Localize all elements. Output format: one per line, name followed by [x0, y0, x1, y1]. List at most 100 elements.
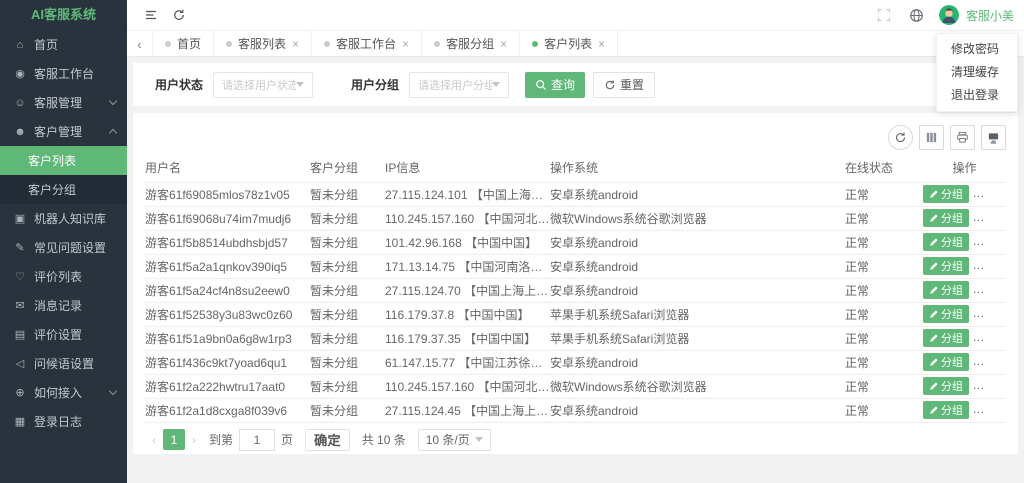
user-group-select[interactable]: 请选择用户分组: [409, 71, 510, 98]
chevron-down-icon: [474, 437, 483, 442]
cell-username: 游客61f5b8514ubdhsbjd57: [145, 230, 310, 255]
tab-close-icon[interactable]: ×: [598, 38, 605, 50]
table-row: 游客61f51a9bn0a6g8w1rp3 暂未分组 116.179.37.35…: [145, 326, 1006, 351]
print-icon[interactable]: [950, 124, 975, 150]
blacklist-button[interactable]: 拉黑: [978, 305, 1006, 323]
blacklist-button[interactable]: 拉黑: [978, 353, 1006, 371]
cell-group: 暂未分组: [310, 350, 385, 375]
goto-page-input[interactable]: [239, 428, 276, 451]
avatar[interactable]: [938, 5, 959, 25]
filter-columns-icon[interactable]: [919, 124, 944, 150]
sidebar-item-agent-workbench[interactable]: ◉ 客服工作台: [0, 59, 127, 88]
greeting-icon: ◁: [15, 358, 25, 370]
faq-icon: ✎: [15, 242, 25, 254]
robot-icon: ▣: [14, 213, 26, 225]
cell-os: 安卓系统android: [550, 350, 845, 375]
cell-group: 暂未分组: [310, 398, 385, 423]
table-card: 用户名 客户分组 IP信息 操作系统 在线状态 操作 游客61f69085mlo…: [133, 113, 1018, 454]
tab-dot-icon: [532, 40, 539, 47]
tab-home[interactable]: 首页: [153, 31, 215, 56]
export-icon[interactable]: [981, 124, 1006, 150]
tab-dot-icon: [226, 40, 233, 47]
blacklist-button[interactable]: 拉黑: [978, 233, 1006, 251]
tab-scroll-left-icon[interactable]: ‹: [127, 31, 153, 56]
sidebar-item-greeting-settings[interactable]: ◁ 问候语设置: [0, 349, 127, 378]
blacklist-button[interactable]: 拉黑: [978, 185, 1006, 203]
sidebar-item-label: 客户管理: [34, 125, 83, 139]
blacklist-button[interactable]: 拉黑: [978, 281, 1006, 299]
cell-actions: 分组 拉黑: [923, 302, 1006, 327]
cell-group: 暂未分组: [310, 374, 385, 399]
sidebar-item-home[interactable]: ⌂ 首页: [0, 30, 127, 59]
assign-group-button[interactable]: 分组: [923, 209, 969, 227]
table-row: 游客61f5b8514ubdhsbjd57 暂未分组 101.42.96.168…: [145, 230, 1006, 255]
header-status: 在线状态: [845, 153, 923, 183]
reset-button[interactable]: 重置: [593, 71, 656, 98]
tab-close-icon[interactable]: ×: [402, 38, 409, 50]
globe-icon[interactable]: [909, 8, 924, 23]
message-log-icon: ✉: [15, 300, 25, 312]
search-button[interactable]: 查询: [525, 71, 586, 98]
sidebar-item-customer-list[interactable]: 客户列表: [0, 146, 127, 175]
chevron-down-icon: [108, 96, 118, 106]
assign-group-button[interactable]: 分组: [923, 401, 969, 419]
blacklist-button[interactable]: 拉黑: [978, 209, 1006, 227]
cell-actions: 分组 拉黑: [923, 398, 1006, 423]
assign-group-button[interactable]: 分组: [923, 281, 969, 299]
sidebar-item-customer-manage[interactable]: ☻ 客户管理: [0, 117, 127, 146]
sidebar-item-rating-list[interactable]: ♡ 评价列表: [0, 262, 127, 291]
sidebar-item-message-log[interactable]: ✉ 消息记录: [0, 291, 127, 320]
blacklist-button[interactable]: 拉黑: [978, 401, 1006, 419]
tab-agent-workbench[interactable]: 客服工作台 ×: [312, 31, 423, 56]
user-menu-item-logout[interactable]: 退出登录: [937, 84, 1017, 107]
sidebar-item-how-to-access[interactable]: ⊕ 如何接入: [0, 378, 127, 407]
assign-group-button[interactable]: 分组: [923, 377, 969, 395]
assign-group-button[interactable]: 分组: [923, 185, 969, 203]
next-page-icon[interactable]: ›: [185, 433, 203, 447]
sidebar-item-robot-knowledge[interactable]: ▣ 机器人知识库: [0, 204, 127, 233]
current-page[interactable]: 1: [163, 429, 185, 450]
search-icon: [536, 79, 546, 90]
blacklist-button[interactable]: 拉黑: [978, 377, 1006, 395]
table-row: 游客61f52538y3u83wc0z60 暂未分组 116.179.37.8 …: [145, 302, 1006, 327]
person-icon: [985, 358, 993, 366]
tab-agent-list[interactable]: 客服列表 ×: [214, 31, 313, 56]
user-status-select[interactable]: 请选择用户状态: [213, 71, 314, 98]
cell-group: 暂未分组: [310, 254, 385, 279]
fullscreen-icon[interactable]: [877, 8, 891, 22]
tab-close-icon[interactable]: ×: [500, 38, 507, 50]
cell-actions: 分组 拉黑: [923, 254, 1006, 279]
tab-close-icon[interactable]: ×: [292, 38, 299, 50]
sidebar-item-customer-group[interactable]: 客户分组: [0, 175, 127, 204]
cell-username: 游客61f2a222hwtru17aat0: [145, 374, 310, 399]
page-size-select[interactable]: 10 条/页: [417, 428, 491, 451]
pencil-icon: [930, 190, 938, 198]
tab-customer-list[interactable]: 客户列表 ×: [520, 31, 619, 56]
person-icon: [985, 310, 993, 318]
total-count: 共 10 条: [361, 433, 406, 447]
sidebar-item-label: 首页: [34, 38, 59, 52]
assign-group-button[interactable]: 分组: [923, 257, 969, 275]
menu-toggle-icon[interactable]: [144, 8, 158, 22]
cell-ip: 116.179.37.8 【中国中国】: [385, 302, 550, 327]
sidebar-item-agent-manage[interactable]: ☺ 客服管理: [0, 88, 127, 117]
cell-username: 游客61f436c9kt7yoad6qu1: [145, 350, 310, 375]
sidebar-item-login-log[interactable]: ▦ 登录日志: [0, 407, 127, 436]
prev-page-icon[interactable]: ‹: [145, 433, 163, 447]
assign-group-button[interactable]: 分组: [923, 305, 969, 323]
assign-group-button[interactable]: 分组: [923, 353, 969, 371]
user-menu-item-clear-cache[interactable]: 清理缓存: [937, 61, 1017, 84]
blacklist-button[interactable]: 拉黑: [978, 257, 1006, 275]
username[interactable]: 客服小美: [966, 7, 1014, 24]
refresh-icon[interactable]: [888, 124, 913, 150]
blacklist-button[interactable]: 拉黑: [978, 329, 1006, 347]
tab-agent-group[interactable]: 客服分组 ×: [422, 31, 521, 56]
assign-group-button[interactable]: 分组: [923, 329, 969, 347]
goto-confirm-button[interactable]: 确定: [305, 428, 350, 451]
refresh-icon[interactable]: [172, 8, 186, 22]
user-menu-item-change-password[interactable]: 修改密码: [937, 38, 1017, 61]
sidebar-item-rating-settings[interactable]: ▤ 评价设置: [0, 320, 127, 349]
sidebar-item-faq-settings[interactable]: ✎ 常见问题设置: [0, 233, 127, 262]
cell-os: 微软Windows系统谷歌浏览器: [550, 206, 845, 231]
assign-group-button[interactable]: 分组: [923, 233, 969, 251]
